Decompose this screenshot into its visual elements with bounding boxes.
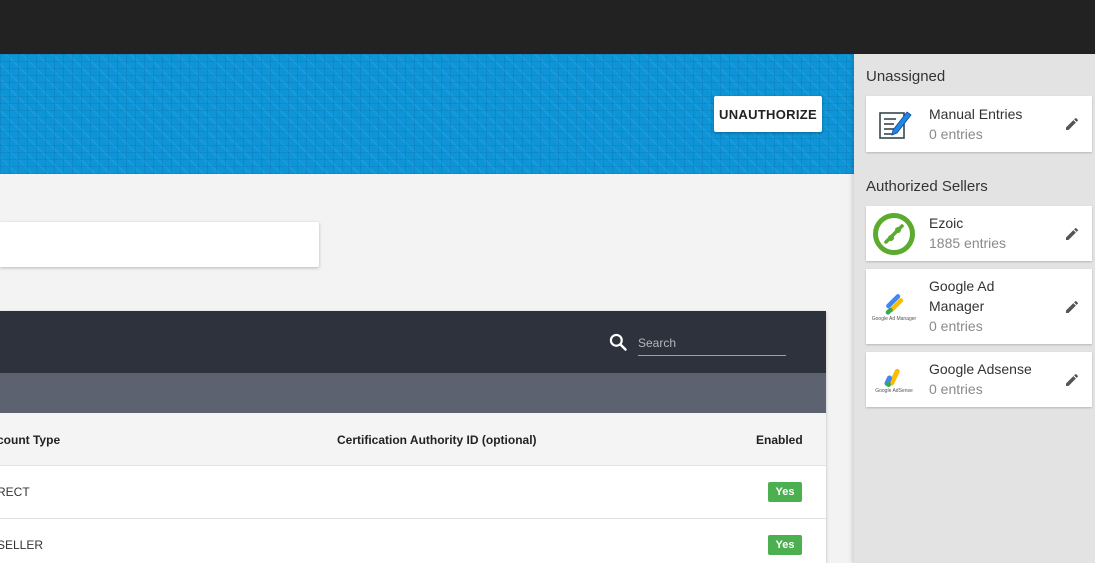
seller-entry-count: 1885 entries xyxy=(929,235,1007,251)
authorized-sellers-section-title: Authorized Sellers xyxy=(866,178,988,195)
table-toolbar xyxy=(0,311,826,373)
enabled-badge[interactable]: Yes xyxy=(768,535,802,555)
sellers-sidebar: Unassigned Manual Entries 0 entries Auth… xyxy=(854,54,1095,563)
edit-icon[interactable] xyxy=(1064,116,1080,132)
unassigned-section-title: Unassigned xyxy=(866,68,946,85)
name-field-card[interactable] xyxy=(0,222,319,267)
logo-caption: Google Ad Manager xyxy=(871,316,917,322)
search-icon xyxy=(609,333,627,351)
table-row[interactable]: RECT Yes xyxy=(0,466,826,519)
unauthorize-button[interactable]: UNAUTHORIZE xyxy=(714,96,822,132)
account-type-cell: RECT xyxy=(0,485,30,499)
seller-card-google-ad-manager[interactable]: Google Ad Manager Google Ad Manager 0 en… xyxy=(866,269,1092,344)
google-adsense-logo: Google AdSense xyxy=(870,356,918,404)
seller-card-ezoic[interactable]: Ezoic 1885 entries xyxy=(866,206,1092,261)
edit-icon[interactable] xyxy=(1064,372,1080,388)
enabled-badge[interactable]: Yes xyxy=(768,482,802,502)
main-content: UNAUTHORIZE count Type Certification Aut… xyxy=(0,54,854,563)
seller-name: Google Adsense xyxy=(929,361,1032,377)
account-type-cell: SELLER xyxy=(0,538,44,552)
seller-card-manual-entries[interactable]: Manual Entries 0 entries xyxy=(866,96,1092,152)
google-ad-manager-logo: Google Ad Manager xyxy=(870,282,918,330)
logo-caption: Google AdSense xyxy=(875,388,913,394)
seller-name-line-1: Google Ad xyxy=(929,278,995,294)
edit-icon[interactable] xyxy=(1064,226,1080,242)
column-header-certification-authority-id[interactable]: Certification Authority ID (optional) xyxy=(337,433,537,447)
hero-banner: UNAUTHORIZE xyxy=(0,54,854,174)
manual-entries-icon xyxy=(870,100,918,148)
seller-name: Manual Entries xyxy=(929,106,1023,122)
top-app-bar xyxy=(0,0,1095,54)
edit-icon[interactable] xyxy=(1064,299,1080,315)
seller-name: Ezoic xyxy=(929,215,964,231)
seller-name: Google Ad Manager xyxy=(929,276,994,316)
table-column-header: count Type Certification Authority ID (o… xyxy=(0,413,826,466)
column-header-enabled[interactable]: Enabled xyxy=(756,433,803,447)
entries-table: count Type Certification Authority ID (o… xyxy=(0,311,826,563)
seller-card-google-adsense[interactable]: Google AdSense Google Adsense 0 entries xyxy=(866,352,1092,407)
seller-name-line-2: Manager xyxy=(929,298,985,314)
seller-entry-count: 0 entries xyxy=(929,318,983,334)
search-input[interactable] xyxy=(638,330,786,356)
ezoic-logo xyxy=(870,210,918,258)
column-header-account-type[interactable]: count Type xyxy=(0,433,60,447)
table-row[interactable]: SELLER Yes xyxy=(0,519,826,563)
seller-entry-count: 0 entries xyxy=(929,381,983,397)
table-subheader xyxy=(0,373,826,413)
seller-entry-count: 0 entries xyxy=(929,126,983,142)
